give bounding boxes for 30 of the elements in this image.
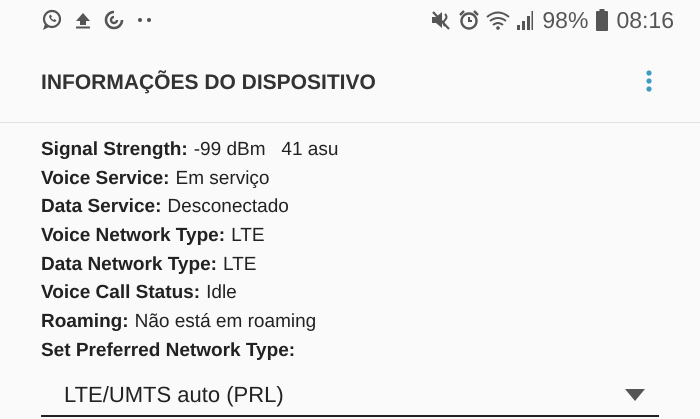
- field-value: LTE: [231, 225, 264, 248]
- upload-icon: [75, 11, 91, 29]
- field-value: Em serviço: [176, 168, 270, 190]
- field-label: Voice Network Type:: [41, 225, 226, 248]
- field-value: Não está em roaming: [134, 311, 316, 334]
- field-label: Signal Strength:: [41, 139, 188, 162]
- field-label: Roaming:: [41, 311, 129, 334]
- page-title: INFORMAÇÕES DO DISPOSITIVO: [41, 71, 376, 95]
- alarm-icon: [458, 9, 480, 31]
- sync-icon: [103, 9, 125, 31]
- field-value: -99 dBm 41 asu: [194, 139, 338, 162]
- field-label: Set Preferred Network Type:: [41, 338, 296, 363]
- clock-time: 08:16: [616, 6, 674, 34]
- field-label: Data Network Type:: [41, 254, 217, 276]
- field-value: Idle: [206, 282, 237, 304]
- mute-icon: [430, 9, 452, 31]
- more-dots-icon: [137, 17, 153, 23]
- signal-icon: [516, 9, 534, 31]
- field-label: Data Service:: [41, 196, 162, 218]
- field-label: Voice Call Status:: [41, 282, 200, 304]
- field-value: LTE: [222, 254, 256, 276]
- battery-icon: [596, 9, 608, 31]
- battery-percent: 98%: [542, 6, 588, 34]
- field-value: Desconectado: [167, 196, 289, 218]
- menu-icon: [646, 70, 652, 92]
- wifi-icon: [486, 9, 510, 31]
- network-type-dropdown[interactable]: LTE/UMTS auto (PRL): [41, 375, 659, 418]
- dropdown-arrow-icon: [625, 389, 645, 402]
- field-label: Voice Service:: [41, 168, 170, 190]
- chat-bubble-icon: [41, 9, 63, 31]
